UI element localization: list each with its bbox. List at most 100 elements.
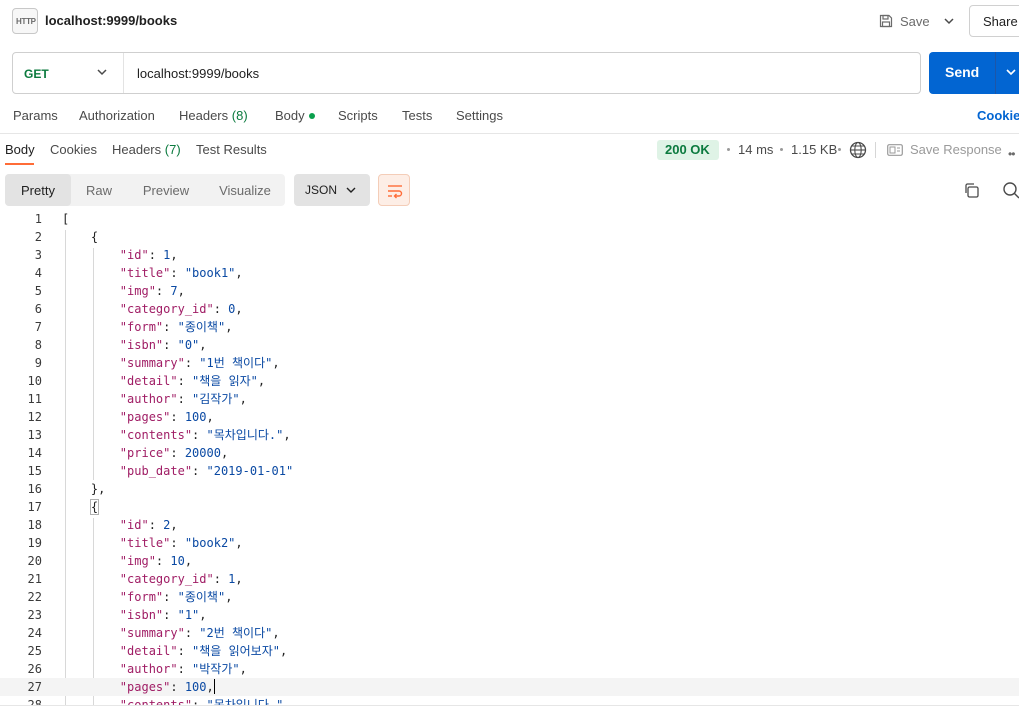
response-tab-headers[interactable]: Headers (7) xyxy=(112,142,181,157)
chevron-down-icon[interactable] xyxy=(1003,64,1019,80)
code-line: 27 "pages": 100, xyxy=(0,678,1019,696)
response-tab-body[interactable]: Body xyxy=(5,142,35,157)
json-key: "detail" xyxy=(119,374,178,388)
code-text: "contents": "목차입니다.", xyxy=(119,428,291,442)
tab-headers[interactable]: Headers (8) xyxy=(179,108,248,123)
code-line: 18 "id": 2, xyxy=(0,516,1019,534)
code-line: 15 "pub_date": "2019-01-01" xyxy=(0,462,1019,480)
json-value: 20000 xyxy=(184,446,221,460)
save-response-button[interactable]: Save Response xyxy=(887,142,1002,157)
search-icon[interactable] xyxy=(1002,181,1019,199)
line-number: 17 xyxy=(27,500,42,514)
code-line: 5 "img": 7, xyxy=(0,282,1019,300)
response-body-editor[interactable]: 1[2 {3 "id": 1, 4 "title": "book1", 5 "img… xyxy=(0,210,1019,705)
view-mode-group: Pretty Raw Preview Visualize xyxy=(5,174,285,206)
view-preview-button[interactable]: Preview xyxy=(127,174,205,206)
code-text: "summary": "1번 책이다", xyxy=(119,356,280,370)
json-value: "2019-01-01" xyxy=(206,464,294,478)
http-request-icon: HTTP xyxy=(12,8,38,34)
code-text: "author": "김작가", xyxy=(119,392,247,406)
code-text: [ xyxy=(62,210,69,228)
code-line: 14 "price": 20000, xyxy=(0,444,1019,462)
code-line: 11 "author": "김작가", xyxy=(0,390,1019,408)
send-label: Send xyxy=(945,64,980,80)
dot-separator xyxy=(838,148,841,151)
json-value: "박작가" xyxy=(192,662,240,676)
tab-count: (7) xyxy=(164,142,181,157)
cookies-link[interactable]: Cookies xyxy=(977,108,1019,123)
line-number: 2 xyxy=(34,230,42,244)
code-line: 12 "pages": 100, xyxy=(0,408,1019,426)
json-key: "detail" xyxy=(119,644,178,658)
url-input[interactable] xyxy=(137,66,897,81)
json-key: "isbn" xyxy=(119,608,164,622)
tab-authorization[interactable]: Authorization xyxy=(79,108,155,123)
line-number: 21 xyxy=(27,572,42,586)
code-text: "img": 10, xyxy=(119,554,193,568)
line-number: 15 xyxy=(27,464,42,478)
line-number: 10 xyxy=(27,374,42,388)
view-raw-button[interactable]: Raw xyxy=(71,174,127,206)
tab-label: Test Results xyxy=(196,142,267,157)
copy-icon[interactable] xyxy=(963,182,980,199)
tab-tests[interactable]: Tests xyxy=(402,108,432,123)
tab-label: Headers xyxy=(179,108,229,123)
code-text: "detail": "책을 읽자", xyxy=(119,374,266,388)
tab-label: Headers xyxy=(112,142,162,157)
status-badge[interactable]: 200 OK xyxy=(657,140,719,160)
json-key: "contents" xyxy=(119,698,193,705)
code-text: }, xyxy=(62,480,105,498)
globe-icon[interactable] xyxy=(849,141,867,159)
code-line: 1[ xyxy=(0,210,1019,228)
line-number: 18 xyxy=(27,518,42,532)
send-button[interactable]: Send xyxy=(929,52,1019,94)
wrap-lines-button[interactable] xyxy=(378,174,410,206)
code-text: "id": 2, xyxy=(119,518,178,532)
line-number: 5 xyxy=(34,284,42,298)
code-line: 17 { xyxy=(0,498,1019,516)
response-size[interactable]: 1.15 KB xyxy=(791,142,837,157)
json-value: "1번 책이다" xyxy=(199,356,273,370)
response-tab-cookies[interactable]: Cookies xyxy=(50,142,97,157)
code-text: "category_id": 0, xyxy=(119,302,243,316)
view-visualize-button[interactable]: Visualize xyxy=(205,174,285,206)
chevron-down-icon[interactable] xyxy=(940,12,958,30)
tab-params[interactable]: Params xyxy=(13,108,58,123)
tab-settings[interactable]: Settings xyxy=(456,108,503,123)
tab-label: Body xyxy=(5,142,35,157)
request-title[interactable]: localhost:9999/books xyxy=(45,13,177,28)
code-text: "contents": "목차입니다.", xyxy=(62,696,291,705)
share-button[interactable]: Share xyxy=(969,5,1019,37)
code-text: "category_id": 1, xyxy=(119,572,243,586)
url-bar: GET xyxy=(12,52,921,94)
save-icon xyxy=(879,14,893,28)
json-key: "author" xyxy=(119,392,178,406)
json-key: "category_id" xyxy=(119,302,214,316)
response-tab-test-results[interactable]: Test Results xyxy=(196,142,267,157)
line-number: 28 xyxy=(27,698,42,705)
code-line: 3 "id": 1, xyxy=(0,246,1019,264)
code-text: "id": 1, xyxy=(119,248,178,262)
json-value: "김작가" xyxy=(192,392,240,406)
code-text: "isbn": "0", xyxy=(119,338,207,352)
json-value: "목차입니다." xyxy=(206,428,284,442)
line-number: 11 xyxy=(27,392,42,406)
view-pretty-button[interactable]: Pretty xyxy=(5,174,71,206)
json-value: 2 xyxy=(163,518,171,532)
tab-count: (8) xyxy=(231,108,248,123)
format-select[interactable]: JSON xyxy=(294,174,370,206)
json-value: "book1" xyxy=(184,266,236,280)
response-time[interactable]: 14 ms xyxy=(738,142,773,157)
tab-scripts[interactable]: Scripts xyxy=(338,108,378,123)
code-text: "pages": 100, xyxy=(119,679,215,694)
tab-body[interactable]: Body xyxy=(275,108,315,123)
view-label: Visualize xyxy=(219,183,271,198)
more-options-icon[interactable]: •• xyxy=(1008,147,1015,161)
json-key: "contents" xyxy=(119,428,193,442)
save-button[interactable]: Save xyxy=(878,10,930,32)
code-line: 22 "form": "종이책", xyxy=(0,588,1019,606)
code-text: "isbn": "1", xyxy=(119,608,207,622)
method-select[interactable]: GET xyxy=(13,53,124,93)
json-value: "종이책" xyxy=(177,320,226,334)
code-punctuation: { xyxy=(62,230,99,244)
